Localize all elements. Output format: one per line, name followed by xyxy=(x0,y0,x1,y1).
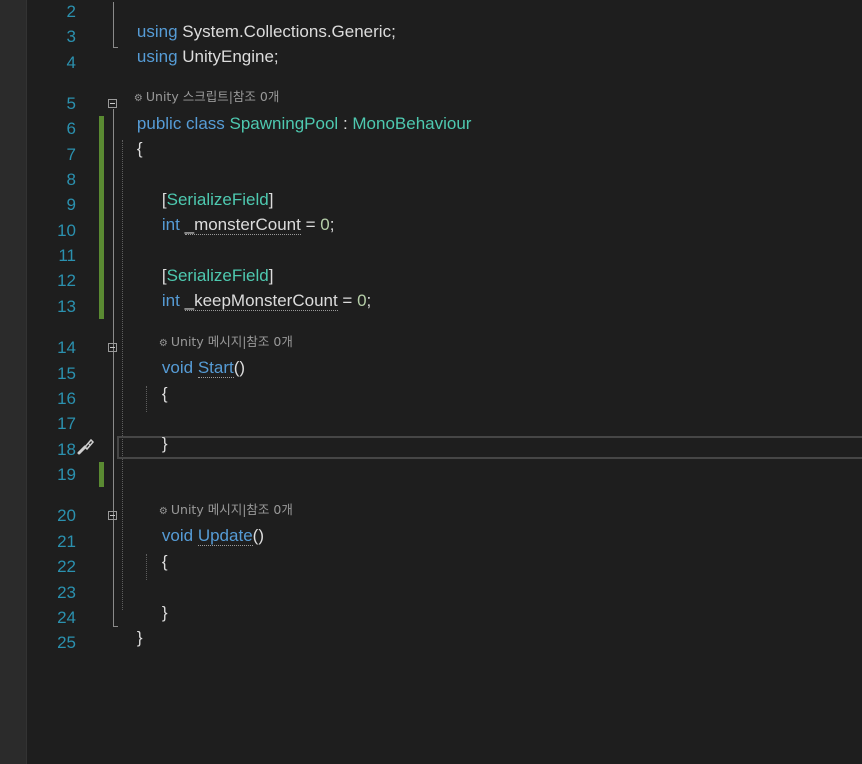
code-line-6[interactable]: { xyxy=(118,119,143,179)
code-line-5[interactable]: public class SpawningPool : MonoBehaviou… xyxy=(118,94,472,154)
line-number: 14 xyxy=(57,338,76,357)
line-number: 9 xyxy=(66,195,76,214)
close-brace: } xyxy=(136,628,143,647)
open-brace: { xyxy=(161,552,168,571)
semicolon: ; xyxy=(329,215,335,234)
change-indicator xyxy=(99,462,104,487)
code-editor[interactable]: 2 3 4 5 6 7 8 9 10 11 12 13 14 15 16 17 … xyxy=(0,0,862,764)
code-line-23[interactable]: } xyxy=(143,583,168,643)
line-number: 24 xyxy=(57,608,76,627)
keyword-using: using xyxy=(136,47,178,66)
line-number: 2 xyxy=(66,2,76,21)
outline-line xyxy=(113,109,114,627)
line-number: 6 xyxy=(66,119,76,138)
line-number: 7 xyxy=(66,145,76,164)
method-name: Start xyxy=(197,358,234,378)
keyword-int: int xyxy=(161,215,180,234)
field-name: _monsterCount xyxy=(184,215,301,235)
line-number: 4 xyxy=(66,53,76,72)
indent-guide xyxy=(122,140,123,610)
line-number: 18 xyxy=(57,440,76,459)
class-name: SpawningPool xyxy=(229,114,339,133)
open-brace: { xyxy=(161,384,168,403)
line-number: 22 xyxy=(57,557,76,576)
keyword-class: class xyxy=(181,114,230,133)
number-literal: 0 xyxy=(320,215,330,234)
keyword-int: int xyxy=(161,291,180,310)
line-number: 12 xyxy=(57,271,76,290)
line-number: 19 xyxy=(57,465,76,484)
outline-line xyxy=(113,2,114,48)
change-indicator xyxy=(99,116,104,319)
line-number: 11 xyxy=(58,246,76,265)
number-literal: 0 xyxy=(357,291,367,310)
close-brace: } xyxy=(161,434,168,453)
line-number: 16 xyxy=(57,389,76,408)
line-number: 20 xyxy=(57,506,76,525)
semicolon: ; xyxy=(366,291,372,310)
collapse-update-button[interactable] xyxy=(108,511,117,520)
line-number: 17 xyxy=(57,414,76,433)
code-line-17[interactable]: } xyxy=(143,414,168,474)
line-number: 23 xyxy=(57,583,76,602)
line-number: 25 xyxy=(57,633,76,652)
operator: = xyxy=(337,291,358,310)
method-name: Update xyxy=(197,526,253,546)
collapse-start-button[interactable] xyxy=(108,343,117,352)
namespace-text: UnityEngine; xyxy=(177,47,279,66)
parens: () xyxy=(233,358,246,377)
line-number: 21 xyxy=(57,532,76,551)
line-number: 8 xyxy=(66,170,76,189)
keyword-public: public xyxy=(136,114,182,133)
operator: = xyxy=(300,215,321,234)
colon: : xyxy=(338,114,353,133)
line-number: 13 xyxy=(57,297,76,316)
field-name: _keepMonsterCount xyxy=(184,291,338,311)
base-class-name: MonoBehaviour xyxy=(352,114,472,133)
current-line-highlight xyxy=(117,436,862,459)
line-number: 3 xyxy=(66,27,76,46)
collapse-class-button[interactable] xyxy=(108,99,117,108)
line-number: 10 xyxy=(57,221,76,240)
brush-icon[interactable] xyxy=(76,436,96,456)
editor-left-margin xyxy=(0,0,27,764)
open-brace: { xyxy=(136,139,143,158)
parens: () xyxy=(252,526,264,545)
line-number: 15 xyxy=(57,364,76,383)
close-brace: } xyxy=(161,603,168,622)
line-number: 5 xyxy=(66,94,76,113)
code-line-24[interactable]: } xyxy=(118,608,143,668)
